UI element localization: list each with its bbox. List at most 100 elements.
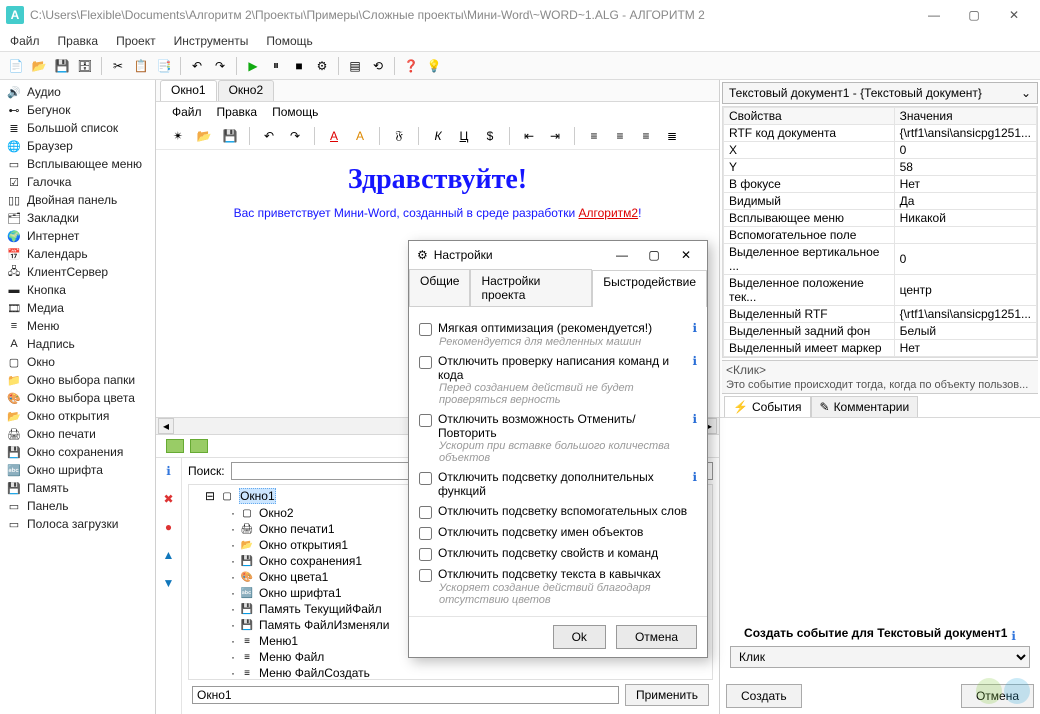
tab-comments[interactable]: ✎Комментарии — [811, 396, 919, 417]
prop-name[interactable]: X — [724, 142, 895, 159]
palette-item[interactable]: 🖧КлиентСервер — [0, 263, 155, 281]
font-icon[interactable]: 𝔉 — [389, 126, 409, 146]
paste-icon[interactable]: 📑 — [154, 56, 174, 76]
dialog-close-button[interactable]: ✕ — [673, 248, 699, 262]
font-color-icon[interactable]: A — [324, 126, 344, 146]
palette-item[interactable]: ▯▯Двойная панель — [0, 191, 155, 209]
strike-icon[interactable]: $ — [480, 126, 500, 146]
indent-left-icon[interactable]: ⇤ — [519, 126, 539, 146]
palette-item[interactable]: ▭Панель — [0, 497, 155, 515]
tab-window1[interactable]: Окно1 — [160, 80, 217, 101]
menu-edit[interactable]: Правка — [58, 34, 99, 48]
palette-item[interactable]: ≡Меню — [0, 317, 155, 335]
help-icon[interactable]: ℹ — [692, 354, 697, 368]
help-icon[interactable]: ℹ — [692, 470, 697, 484]
help-icon[interactable]: ℹ — [1011, 629, 1016, 643]
doc-open-icon[interactable]: 📂 — [194, 126, 214, 146]
prop-value[interactable]: центр — [894, 275, 1036, 306]
prop-value[interactable]: 0 — [894, 142, 1036, 159]
stop-icon[interactable]: ■ — [289, 56, 309, 76]
palette-item[interactable]: 💾Окно сохранения — [0, 443, 155, 461]
prop-name[interactable]: Y — [724, 159, 895, 176]
doc-redo-icon[interactable]: ↷ — [285, 126, 305, 146]
option-checkbox[interactable] — [419, 548, 432, 561]
palette-item[interactable]: ≣Большой список — [0, 119, 155, 137]
tab-events[interactable]: ⚡События — [724, 396, 811, 417]
palette-item[interactable]: 📅Календарь — [0, 245, 155, 263]
tree-node[interactable]: · ≡ Меню ФайлСоздать — [191, 665, 710, 680]
object-selector[interactable]: Текстовый документ1 - {Текстовый докумен… — [722, 82, 1038, 104]
maximize-button[interactable]: ▢ — [954, 1, 994, 29]
palette-item[interactable]: ⊷Бегунок — [0, 101, 155, 119]
save-icon[interactable]: 💾 — [52, 56, 72, 76]
help-icon[interactable]: ❓ — [401, 56, 421, 76]
palette-item[interactable]: 📂Окно открытия — [0, 407, 155, 425]
indent-right-icon[interactable]: ⇥ — [545, 126, 565, 146]
delete-icon[interactable]: ✖ — [163, 492, 173, 506]
prop-name[interactable]: Выделенный задний фон — [724, 323, 895, 340]
palette-item[interactable]: 📁Окно выбора папки — [0, 371, 155, 389]
prop-value[interactable]: Никакой — [894, 210, 1036, 227]
align-justify-icon[interactable]: ≣ — [662, 126, 682, 146]
option-checkbox[interactable] — [419, 323, 432, 336]
doc-save-icon[interactable]: 💾 — [220, 126, 240, 146]
palette-item[interactable]: 🌐Браузер — [0, 137, 155, 155]
prop-name[interactable]: Всплывающее меню — [724, 210, 895, 227]
palette-item[interactable]: 🌍Интернет — [0, 227, 155, 245]
menu-help[interactable]: Помощь — [266, 34, 312, 48]
undo-icon[interactable]: ↶ — [187, 56, 207, 76]
prop-value[interactable] — [894, 227, 1036, 244]
event-type-select[interactable]: Клик — [730, 646, 1030, 668]
handle-icon[interactable] — [190, 439, 208, 453]
tab-general[interactable]: Общие — [409, 269, 470, 306]
align-left-icon[interactable]: ≡ — [584, 126, 604, 146]
palette-item[interactable]: 💾Память — [0, 479, 155, 497]
code-icon[interactable]: ⟲ — [368, 56, 388, 76]
build-icon[interactable]: ⚙ — [312, 56, 332, 76]
palette-item[interactable]: 🗂Закладки — [0, 209, 155, 227]
align-center-icon[interactable]: ≡ — [610, 126, 630, 146]
prop-value[interactable]: {\rtf1\ansi\ansicpg1251... — [894, 306, 1036, 323]
underline-icon[interactable]: Ц — [454, 126, 474, 146]
option-checkbox[interactable] — [419, 569, 432, 582]
prop-name[interactable]: Выделенный RTF — [724, 306, 895, 323]
palette-item[interactable]: 🖨Окно печати — [0, 425, 155, 443]
palette-item[interactable]: AНадпись — [0, 335, 155, 353]
prop-value[interactable]: Нет — [894, 340, 1036, 357]
pause-icon[interactable]: ⏸ — [266, 56, 286, 76]
doc-undo-icon[interactable]: ↶ — [259, 126, 279, 146]
component-palette[interactable]: 🔊Аудио⊷Бегунок≣Большой список🌐Браузер▭Вс… — [0, 80, 156, 714]
scroll-left-icon[interactable]: ◂ — [158, 418, 174, 434]
help-icon[interactable]: ℹ — [692, 412, 697, 426]
menu-file[interactable]: Файл — [10, 34, 40, 48]
prop-value[interactable]: Да — [894, 193, 1036, 210]
move-down-icon[interactable]: ▼ — [163, 576, 175, 590]
option-checkbox[interactable] — [419, 414, 432, 427]
menu-tools[interactable]: Инструменты — [174, 34, 249, 48]
prop-value[interactable]: Белый — [894, 323, 1036, 340]
redo-icon[interactable]: ↷ — [210, 56, 230, 76]
palette-item[interactable]: 🔊Аудио — [0, 83, 155, 101]
palette-item[interactable]: ▢Окно — [0, 353, 155, 371]
prop-name[interactable]: Выделенное вертикальное ... — [724, 244, 895, 275]
prop-value[interactable]: 0 — [894, 244, 1036, 275]
prop-name[interactable]: Вспомогательное поле — [724, 227, 895, 244]
option-checkbox[interactable] — [419, 356, 432, 369]
menu-project[interactable]: Проект — [116, 34, 156, 48]
handle-icon[interactable] — [166, 439, 184, 453]
move-up-icon[interactable]: ▲ — [163, 548, 175, 562]
new-icon[interactable]: 📄 — [6, 56, 26, 76]
doc-link[interactable]: Алгоритм2 — [579, 206, 639, 220]
prop-name[interactable]: Выделенное положение тек... — [724, 275, 895, 306]
prop-name[interactable]: В фокусе — [724, 176, 895, 193]
property-grid[interactable]: СвойстваЗначения RTF код документа{\rtf1… — [722, 106, 1038, 358]
tab-window2[interactable]: Окно2 — [218, 80, 275, 101]
italic-icon[interactable]: К — [428, 126, 448, 146]
palette-item[interactable]: ▭Полоса загрузки — [0, 515, 155, 533]
selected-object-input[interactable] — [192, 686, 619, 704]
prop-name[interactable]: Видимый — [724, 193, 895, 210]
open-icon[interactable]: 📂 — [29, 56, 49, 76]
palette-item[interactable]: ▭Всплывающее меню — [0, 155, 155, 173]
inner-menu-help[interactable]: Помощь — [272, 105, 318, 119]
align-right-icon[interactable]: ≡ — [636, 126, 656, 146]
